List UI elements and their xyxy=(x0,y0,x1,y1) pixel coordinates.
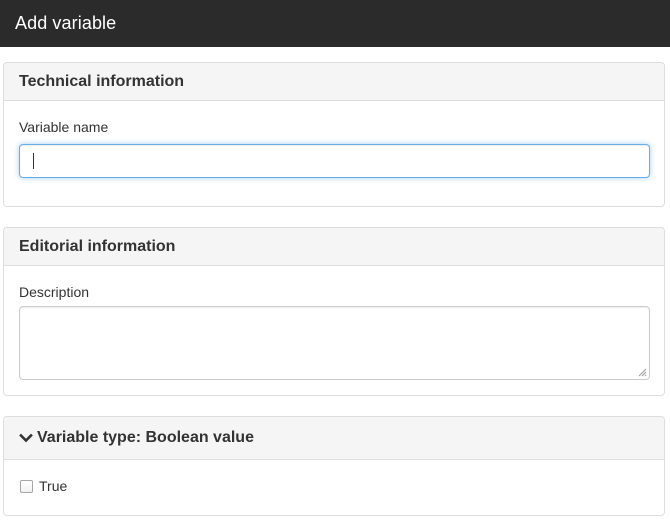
true-checkbox-label[interactable]: True xyxy=(39,478,67,494)
variable-name-label: Variable name xyxy=(19,119,109,135)
variable-type-title: Variable type: Boolean value xyxy=(37,429,254,446)
editorial-information-panel: Editorial information Description xyxy=(3,227,665,396)
variable-type-panel: Variable type: Boolean value True xyxy=(3,416,665,516)
variable-type-heading[interactable]: Variable type: Boolean value xyxy=(4,417,664,460)
editorial-information-title: Editorial information xyxy=(19,237,176,255)
description-label: Description xyxy=(19,284,90,300)
editorial-information-heading: Editorial information xyxy=(4,228,664,266)
text-caret xyxy=(33,153,34,169)
dialog-titlebar: Add variable xyxy=(0,0,670,47)
technical-information-heading: Technical information xyxy=(4,63,664,101)
true-checkbox[interactable] xyxy=(20,479,33,493)
true-checkbox-row[interactable]: True xyxy=(20,478,67,494)
description-textarea[interactable] xyxy=(19,306,650,380)
technical-information-panel: Technical information Variable name xyxy=(3,62,665,207)
dialog-title: Add variable xyxy=(15,13,117,33)
technical-information-title: Technical information xyxy=(19,72,185,90)
chevron-down-icon[interactable] xyxy=(19,431,33,445)
resize-grip-icon[interactable] xyxy=(637,367,647,377)
variable-name-input[interactable] xyxy=(19,144,650,178)
